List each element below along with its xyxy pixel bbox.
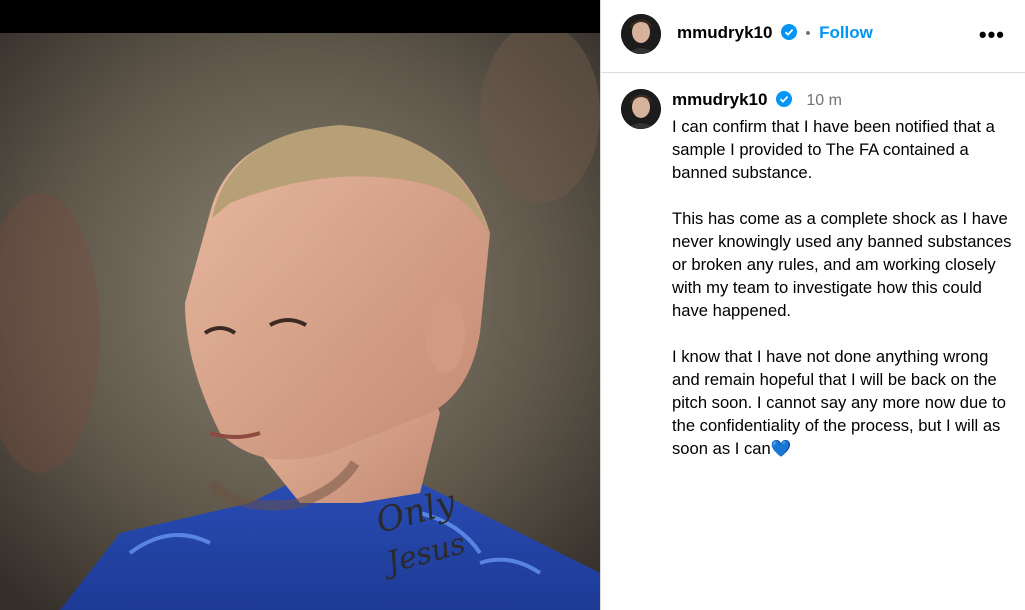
- caption-paragraph: I can confirm that I have been notified …: [672, 117, 995, 182]
- avatar-image: [621, 89, 661, 129]
- caption-avatar[interactable]: [621, 89, 661, 129]
- header-username[interactable]: mmudryk10: [677, 23, 772, 42]
- player-portrait-image: Only Jesus: [0, 33, 600, 610]
- post-header: mmudryk10 • Follow •••: [601, 0, 1025, 72]
- caption-username[interactable]: mmudryk10: [672, 90, 767, 109]
- post-timestamp[interactable]: 10 m: [806, 92, 842, 109]
- photo-top-bar: [0, 0, 600, 33]
- caption-paragraph: This has come as a complete shock as I h…: [672, 209, 1012, 320]
- caption-section: mmudryk10 10 m I can confirm that I have…: [601, 73, 1025, 610]
- caption-paragraph: I know that I have not done anything wro…: [672, 347, 1006, 458]
- post-photo[interactable]: Only Jesus: [0, 33, 600, 610]
- caption-text: I can confirm that I have been notified …: [672, 115, 1017, 483]
- verified-badge-icon: [775, 91, 792, 107]
- separator-dot: •: [805, 25, 811, 42]
- verified-badge-icon: [780, 24, 797, 40]
- more-options-icon[interactable]: •••: [979, 22, 1005, 48]
- header-avatar[interactable]: [621, 14, 661, 54]
- follow-button[interactable]: Follow: [819, 23, 873, 42]
- avatar-image: [621, 14, 661, 54]
